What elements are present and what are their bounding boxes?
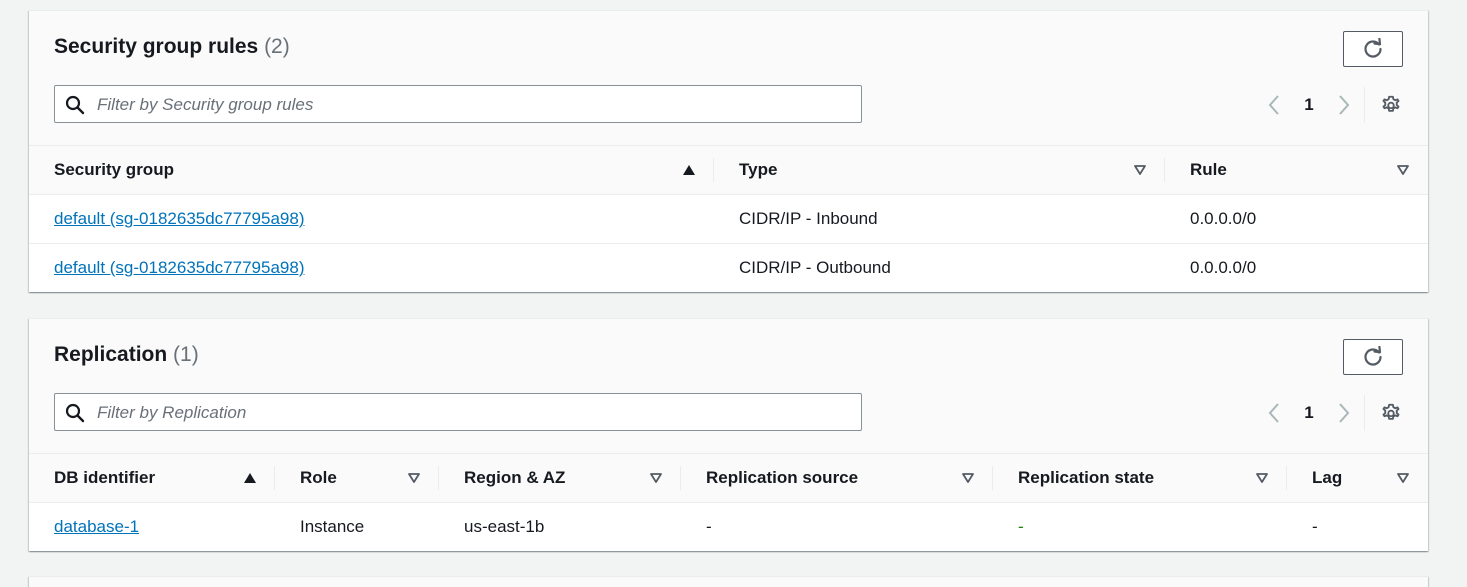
cell-rule: 0.0.0.0/0 [1165,194,1428,244]
column-header-replication-source[interactable]: Replication source [681,453,993,503]
search-icon [65,403,85,423]
security-group-rules-panel: Security group rules (2) 1 [29,10,1428,292]
column-header-lag[interactable]: Lag [1287,453,1428,503]
refresh-icon [1364,38,1382,58]
sort-ascending-icon [683,165,695,175]
page-number[interactable]: 1 [1286,95,1332,115]
cell-replication-state: - [1018,517,1024,536]
page-number[interactable]: 1 [1286,403,1332,423]
sort-caret-down-icon [962,473,974,483]
search-icon [65,95,85,115]
next-page-button[interactable] [1332,91,1356,119]
refresh-icon [1364,346,1382,366]
column-label: Role [300,468,337,487]
refresh-button[interactable] [1343,339,1403,375]
column-header-region-az[interactable]: Region & AZ [439,453,681,503]
cell-rule: 0.0.0.0/0 [1190,258,1257,277]
next-page-button[interactable] [1332,399,1356,427]
chevron-right-icon [1339,95,1350,115]
panel-title-text: Security group rules [54,35,259,58]
column-label: Replication source [706,468,859,487]
gear-icon [1382,403,1400,420]
sort-caret-down-icon [1397,473,1409,483]
sort-caret-down-icon [650,473,662,483]
filter-input[interactable] [95,394,849,432]
column-header-replication-state[interactable]: Replication state [993,453,1287,503]
previous-page-button[interactable] [1262,91,1286,119]
filter-field[interactable] [54,393,862,432]
column-label: DB identifier [54,468,156,487]
panel-header: Replication (1) 1 [29,319,1428,453]
pagination: 1 [1262,87,1403,123]
panel-title-count: (1) [173,343,199,366]
column-label: Type [739,160,778,179]
sort-caret-down-icon [408,473,420,483]
cell-security-group: default (sg-0182635dc77795a98) [29,194,714,244]
table-header-row: Security group Type Rule [29,145,1428,195]
security-group-rules-table: Security group Type Rule default (sg-018… [29,145,1428,292]
filter-input[interactable] [95,86,849,124]
cell-db-identifier: database-1 [29,503,275,552]
pagination: 1 [1262,395,1403,431]
chevron-left-icon [1268,95,1279,115]
sort-ascending-icon [244,473,256,483]
column-header-type[interactable]: Type [714,145,1165,195]
filter-field[interactable] [54,85,862,124]
preferences-button[interactable] [1379,93,1403,117]
cell-type: CIDR/IP - Inbound [714,194,1165,244]
cell-type: CIDR/IP - Outbound [739,258,891,277]
column-header-db-identifier[interactable]: DB identifier [29,453,275,503]
cell-security-group: default (sg-0182635dc77795a98) [29,244,714,293]
column-label: Security group [54,160,174,179]
gear-icon [1382,95,1400,112]
cell-lag: - [1312,517,1318,536]
table-row: database-1 Instance us-east-1b - - - [29,503,1428,552]
sort-caret-down-icon [1256,473,1268,483]
table-row: default (sg-0182635dc77795a98) CIDR/IP -… [29,194,1428,244]
column-label: Region & AZ [464,468,566,487]
panel-title: Security group rules (2) [54,35,290,59]
panel-title: Replication (1) [54,343,199,367]
sort-caret-down-icon [1134,165,1146,175]
security-group-link[interactable]: default (sg-0182635dc77795a98) [54,209,304,228]
table-header-row: DB identifier Role Region & AZ Replicati… [29,453,1428,503]
panel-title-text: Replication [54,343,168,366]
column-label: Replication state [1018,468,1155,487]
chevron-left-icon [1268,403,1279,423]
security-group-link[interactable]: default (sg-0182635dc77795a98) [54,258,304,277]
column-header-rule[interactable]: Rule [1165,145,1428,195]
cell-replication-source: - [706,517,712,536]
next-panel-edge [29,576,1428,587]
preferences-button[interactable] [1379,401,1403,425]
replication-panel: Replication (1) 1 [29,318,1428,551]
cell-role: Instance [300,517,365,536]
pager-divider [1364,395,1365,431]
db-identifier-link[interactable]: database-1 [54,517,139,536]
pager-divider [1364,87,1365,123]
column-header-role[interactable]: Role [275,453,439,503]
sort-caret-down-icon [1397,165,1409,175]
table-row: default (sg-0182635dc77795a98) CIDR/IP -… [29,244,1428,293]
cell-region-az: us-east-1b [464,517,545,536]
refresh-button[interactable] [1343,31,1403,67]
column-label: Lag [1312,468,1343,487]
replication-table: DB identifier Role Region & AZ Replicati… [29,453,1428,551]
column-header-security-group[interactable]: Security group [29,145,714,195]
panel-header: Security group rules (2) 1 [29,11,1428,145]
previous-page-button[interactable] [1262,399,1286,427]
panel-title-count: (2) [264,35,290,58]
column-label: Rule [1190,160,1227,179]
chevron-right-icon [1339,403,1350,423]
